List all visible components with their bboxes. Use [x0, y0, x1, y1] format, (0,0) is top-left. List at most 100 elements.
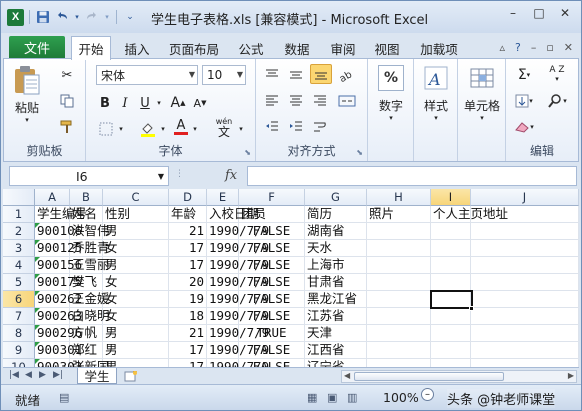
find-select-button[interactable]: ▾ [540, 91, 574, 111]
font-color-button[interactable]: A [172, 117, 190, 137]
cell-h5[interactable] [367, 274, 431, 291]
align-middle-icon[interactable] [286, 65, 306, 85]
wrap-text-icon[interactable] [310, 117, 330, 137]
cell-a10[interactable]: 900303 [35, 359, 82, 367]
cell-e4[interactable]: 1990/7/9 [207, 257, 269, 274]
format-painter-icon[interactable] [56, 117, 78, 137]
align-right-icon[interactable] [310, 91, 330, 111]
column-header-c[interactable]: C [103, 189, 169, 206]
insert-function-icon[interactable]: fx [225, 168, 237, 183]
cell-j9[interactable] [471, 342, 579, 359]
row-header[interactable]: 10 [3, 359, 35, 367]
grow-font-button[interactable]: A ▲ [168, 93, 188, 113]
dialog-launcher-icon[interactable]: ⬊ [356, 148, 363, 157]
last-sheet-icon[interactable]: ▶| [53, 370, 63, 380]
phonetic-dropdown-icon[interactable]: ▾ [236, 119, 246, 139]
underline-button[interactable]: U [136, 93, 154, 113]
cell-i9[interactable] [431, 342, 471, 359]
cell-i10[interactable] [431, 359, 471, 367]
cell-g9[interactable]: 江西省 [305, 342, 367, 359]
ribbon-min-icon[interactable]: – [531, 41, 537, 54]
select-all-corner[interactable] [3, 189, 35, 206]
column-header-a[interactable]: A [35, 189, 70, 206]
cell-j7[interactable] [471, 308, 579, 325]
row-header[interactable]: 9 [3, 342, 35, 359]
decrease-indent-icon[interactable] [262, 117, 282, 137]
cell-c9[interactable]: 男 [103, 342, 169, 359]
cell-b3[interactable]: 乔胜青 [70, 240, 110, 257]
tab-formulas[interactable]: 公式 [231, 38, 271, 59]
cell-b5[interactable]: 樊飞 [70, 274, 103, 291]
cell-h7[interactable] [367, 308, 431, 325]
cell-i4[interactable] [431, 257, 471, 274]
column-header-d[interactable]: D [169, 189, 207, 206]
cell-a8[interactable]: 900296 [35, 325, 82, 342]
worksheet-grid[interactable]: A B C D E F G H I J 1 学生编号 姓名 性别 年龄 入校日期 团员 简历 照片 个人主页地址 2 90… [3, 189, 579, 367]
cell-f2[interactable]: FALSE [239, 223, 305, 240]
cell-g2[interactable]: 湖南省 [305, 223, 367, 240]
cell-i1[interactable]: 个人主页地址 [431, 206, 508, 223]
font-color-dropdown-icon[interactable]: ▾ [190, 119, 200, 139]
cell-j4[interactable] [471, 257, 579, 274]
row-header[interactable]: 4 [3, 257, 35, 274]
row-header[interactable]: 3 [3, 240, 35, 257]
horizontal-scrollbar[interactable]: ◀ ▶ [341, 370, 577, 383]
cell-f9[interactable]: FALSE [239, 342, 305, 359]
cell-a6[interactable]: 900262 [35, 291, 82, 308]
cell-h6[interactable] [367, 291, 431, 308]
page-break-view-icon[interactable]: ▥ [347, 391, 357, 404]
cell-h4[interactable] [367, 257, 431, 274]
cell-d4[interactable]: 17 [169, 257, 207, 274]
row-header[interactable]: 5 [3, 274, 35, 291]
zoom-slider[interactable]: – [421, 388, 434, 401]
tab-home[interactable]: 开始 [71, 36, 111, 60]
cell-d2[interactable]: 21 [169, 223, 207, 240]
cell-d6[interactable]: 19 [169, 291, 207, 308]
scroll-left-icon[interactable]: ◀ [344, 371, 350, 380]
cell-g1[interactable]: 简历 [305, 206, 367, 223]
cell-a5[interactable]: 900175 [35, 274, 82, 291]
cut-icon[interactable]: ✂ [56, 65, 78, 85]
cell-e8[interactable]: 1990/7/9 [207, 325, 269, 342]
cell-j6[interactable] [471, 291, 579, 308]
cell-e3[interactable]: 1990/7/9 [207, 240, 269, 257]
cell-c8[interactable]: 男 [103, 325, 169, 342]
italic-button[interactable]: I [116, 93, 134, 113]
tab-insert[interactable]: 插入 [117, 38, 157, 59]
cell-b6[interactable]: 王金媛 [70, 291, 110, 308]
fill-button[interactable]: ▾ [510, 91, 538, 111]
cell-g10[interactable]: 辽宁省 [305, 359, 367, 367]
cell-c1[interactable]: 性别 [103, 206, 169, 223]
cell-h10[interactable] [367, 359, 431, 367]
first-sheet-icon[interactable]: |◀ [9, 370, 19, 380]
cell-b2[interactable]: 洪智伟 [70, 223, 110, 240]
save-icon[interactable] [35, 9, 51, 25]
align-top-icon[interactable] [262, 65, 282, 85]
cell-f10[interactable]: FALSE [239, 359, 305, 367]
cell-a7[interactable]: 900263 [35, 308, 82, 325]
styles-button[interactable]: A 样式 ▾ [419, 65, 453, 122]
column-header-e[interactable]: E [207, 189, 239, 206]
paste-button[interactable]: 粘贴 ▾ [10, 65, 44, 124]
cell-d1[interactable]: 年龄 [169, 206, 207, 223]
column-header-g[interactable]: G [305, 189, 367, 206]
column-header-i[interactable]: I [431, 189, 471, 206]
cell-d10[interactable]: 17 [169, 359, 207, 367]
merge-center-icon[interactable] [336, 91, 358, 111]
row-header[interactable]: 8 [3, 325, 35, 342]
cell-c3[interactable]: 女 [103, 240, 169, 257]
redo-icon[interactable] [84, 9, 100, 25]
cell-j3[interactable] [471, 240, 579, 257]
excel-app-icon[interactable]: X [7, 8, 24, 26]
cell-f6[interactable]: FALSE [239, 291, 305, 308]
cell-c5[interactable]: 女 [103, 274, 169, 291]
cell-f3[interactable]: FALSE [239, 240, 305, 257]
column-header-j[interactable]: J [471, 189, 579, 206]
cell-g4[interactable]: 上海市 [305, 257, 367, 274]
tab-review[interactable]: 审阅 [323, 38, 363, 59]
fill-handle[interactable] [469, 306, 474, 311]
tab-data[interactable]: 数据 [277, 38, 317, 59]
cell-j2[interactable] [471, 223, 579, 240]
row-header[interactable]: 2 [3, 223, 35, 240]
row-header[interactable]: 6 [3, 291, 35, 308]
